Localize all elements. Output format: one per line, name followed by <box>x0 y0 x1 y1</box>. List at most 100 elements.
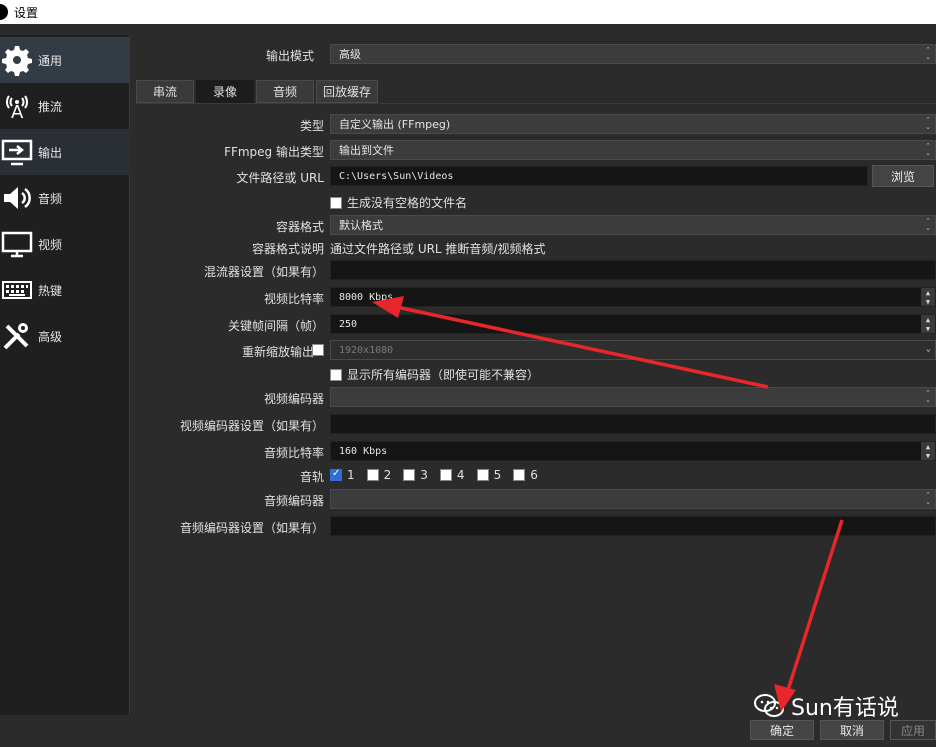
output-mode-label: 输出模式 <box>265 49 314 63</box>
sidebar-item-video[interactable]: 视频 <box>0 221 130 267</box>
stepper-arrows-icon[interactable]: ▲ ▼ <box>921 288 935 306</box>
muxer-settings-input[interactable] <box>330 260 936 280</box>
container-format-label: 容器格式 <box>275 220 324 234</box>
no-space-filename-checkbox[interactable]: 生成没有空格的文件名 <box>330 194 467 211</box>
spin-arrows-icon: ⌃ ⌄ <box>925 491 931 506</box>
apply-button[interactable]: 应用 <box>890 720 936 740</box>
spin-arrows-icon: ⌃ ⌄ <box>925 217 931 232</box>
audio-encoder-select[interactable]: ⌃ ⌄ <box>330 489 936 509</box>
audio-track-1-checkbox[interactable]: 1 <box>330 468 355 482</box>
rescale-resolution-select[interactable]: 1920x1080 ⌄ <box>330 340 936 360</box>
tab-recording[interactable]: 录像 <box>196 80 255 103</box>
monitor-output-icon <box>0 135 34 169</box>
video-encoder-settings-label: 视频编码器设置（如果有） <box>179 419 324 433</box>
audio-track-2-checkbox[interactable]: 2 <box>366 468 391 482</box>
sidebar-item-advanced[interactable]: 高级 <box>0 313 130 359</box>
broadcast-icon: A <box>0 89 34 123</box>
sidebar-item-general[interactable]: 通用 <box>0 37 130 83</box>
monitor-icon <box>0 227 34 261</box>
audio-encoder-settings-label: 音频编码器设置（如果有） <box>179 521 324 535</box>
ffmpeg-output-type-label: FFmpeg 输出类型 <box>224 145 324 159</box>
keyboard-icon <box>0 273 34 307</box>
keyframe-interval-input[interactable]: 250 ▲ ▼ <box>330 314 936 334</box>
recording-panel: 类型 自定义输出 (FFmpeg) ⌃ ⌄ FFmpeg 输出类型 输出到文件 ⌃… <box>136 103 936 715</box>
checkbox-box[interactable] <box>330 368 342 381</box>
watermark: Sun有话说 <box>753 690 899 722</box>
ffmpeg-output-type-value: 输出到文件 <box>339 144 394 157</box>
file-path-label: 文件路径或 URL <box>236 171 324 185</box>
container-desc-text: 通过文件路径或 URL 推断音频/视频格式 <box>330 242 546 256</box>
wechat-icon <box>753 693 785 719</box>
video-bitrate-input[interactable]: 8000 Kbps ▲ ▼ <box>330 287 936 307</box>
sidebar-item-audio[interactable]: 音频 <box>0 175 130 221</box>
sidebar-item-label: 输出 <box>38 145 63 160</box>
audio-tracks-label: 音轨 <box>299 470 324 484</box>
window-title: 设置 <box>14 5 39 20</box>
browse-button[interactable]: 浏览 <box>872 165 934 187</box>
watermark-text: Sun有话说 <box>791 696 899 721</box>
obs-app-icon <box>0 4 8 20</box>
gear-icon <box>0 43 34 77</box>
spin-arrows-icon: ⌃ ⌄ <box>925 142 931 157</box>
audio-tracks-group: 1 2 3 4 5 6 <box>330 468 538 482</box>
container-format-select[interactable]: 默认格式 ⌃ ⌄ <box>330 215 936 235</box>
muxer-settings-label: 混流器设置（如果有） <box>203 265 324 279</box>
tab-replay-buffer[interactable]: 回放缓存 <box>316 80 379 103</box>
video-bitrate-label: 视频比特率 <box>263 292 324 306</box>
speaker-icon <box>0 181 34 215</box>
type-select[interactable]: 自定义输出 (FFmpeg) ⌃ ⌄ <box>330 114 936 134</box>
keyframe-interval-value: 250 <box>339 318 358 330</box>
spin-arrows-icon: ⌃ ⌄ <box>925 46 931 61</box>
tab-audio[interactable]: 音频 <box>256 80 315 103</box>
audio-bitrate-label: 音频比特率 <box>263 446 324 460</box>
audio-bitrate-value: 160 Kbps <box>339 445 388 457</box>
output-mode-value: 高级 <box>339 48 361 61</box>
stepper-arrows-icon[interactable]: ▲ ▼ <box>921 442 935 460</box>
output-mode-select[interactable]: 高级 ⌃ ⌄ <box>330 44 936 64</box>
show-all-encoders-checkbox[interactable]: 显示所有编码器（即使可能不兼容） <box>330 366 539 383</box>
sidebar-item-label: 通用 <box>38 53 63 68</box>
container-desc-label: 容器格式说明 <box>251 242 324 256</box>
sidebar-item-output[interactable]: 输出 <box>0 129 130 175</box>
spin-arrows-icon: ⌃ ⌄ <box>925 389 931 404</box>
sidebar-item-stream[interactable]: A 推流 <box>0 83 130 129</box>
ok-button[interactable]: 确定 <box>750 720 814 740</box>
audio-encoder-label: 音频编码器 <box>263 494 324 508</box>
container-format-value: 默认格式 <box>339 219 383 232</box>
tools-icon <box>0 319 34 353</box>
settings-main: 输出模式 高级 ⌃ ⌄ 串流 录像 音频 回放缓存 类型 自定义输出 (FFmpe… <box>136 35 936 715</box>
video-encoder-settings-input[interactable] <box>330 414 936 434</box>
stepper-arrows-icon[interactable]: ▲ ▼ <box>921 315 935 333</box>
sidebar-item-label: 视频 <box>38 237 63 252</box>
type-label: 类型 <box>299 119 324 133</box>
keyframe-interval-label: 关键帧间隔（帧） <box>227 319 324 333</box>
sidebar-item-label: 热键 <box>38 283 63 298</box>
checkbox-box[interactable] <box>330 196 342 209</box>
chevron-down-icon: ⌄ <box>925 344 931 354</box>
sidebar-item-hotkeys[interactable]: 热键 <box>0 267 130 313</box>
spin-arrows-icon: ⌃ ⌄ <box>925 116 931 131</box>
ffmpeg-output-type-select[interactable]: 输出到文件 ⌃ ⌄ <box>330 140 936 160</box>
sidebar-item-label: 高级 <box>38 329 63 344</box>
video-bitrate-value: 8000 Kbps <box>339 291 394 303</box>
output-tabs: 串流 录像 音频 回放缓存 <box>136 80 379 103</box>
rescale-resolution-value: 1920x1080 <box>339 344 394 356</box>
audio-bitrate-input[interactable]: 160 Kbps ▲ ▼ <box>330 441 936 461</box>
file-path-value: C:\Users\Sun\Videos <box>339 170 454 182</box>
audio-track-3-checkbox[interactable]: 3 <box>403 468 428 482</box>
video-encoder-select[interactable]: ⌃ ⌄ <box>330 387 936 407</box>
audio-track-6-checkbox[interactable]: 6 <box>513 468 538 482</box>
cancel-button[interactable]: 取消 <box>820 720 884 740</box>
rescale-output-checkbox[interactable] <box>312 344 324 356</box>
type-value: 自定义输出 (FFmpeg) <box>339 118 451 131</box>
video-encoder-label: 视频编码器 <box>263 392 324 406</box>
sidebar-item-label: 音频 <box>38 191 63 206</box>
file-path-input[interactable]: C:\Users\Sun\Videos <box>330 166 868 186</box>
audio-track-5-checkbox[interactable]: 5 <box>476 468 501 482</box>
title-bar: 设置 <box>0 0 936 24</box>
audio-encoder-settings-input[interactable] <box>330 516 936 536</box>
audio-track-4-checkbox[interactable]: 4 <box>439 468 465 482</box>
settings-sidebar: 通用 A 推流 输出 音频 视频 热键 高级 <box>0 35 130 715</box>
sidebar-item-label: 推流 <box>38 99 63 114</box>
tab-streaming[interactable]: 串流 <box>136 80 195 103</box>
